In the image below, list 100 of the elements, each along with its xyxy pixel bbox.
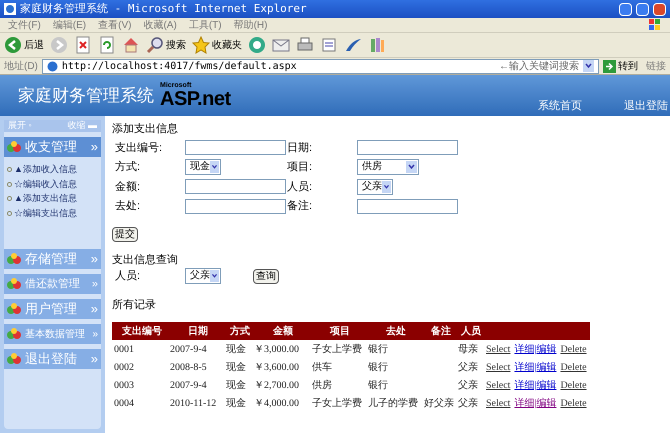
detail-edit-link[interactable]: 详细|编辑 bbox=[514, 396, 556, 410]
toolbar-button[interactable]: 搜索 bbox=[146, 36, 186, 54]
section-title: 支出信息查询 bbox=[112, 252, 178, 268]
detail-edit-link[interactable]: 详细|编辑 bbox=[514, 342, 556, 356]
toolbar-button[interactable] bbox=[344, 36, 362, 54]
maximize-button[interactable] bbox=[636, 2, 649, 16]
menu-item[interactable]: 收藏(A) bbox=[139, 18, 181, 32]
table-cell: ￥3,600.00 bbox=[254, 362, 299, 372]
table-cell: 2008-8-5 bbox=[170, 362, 207, 372]
field-label: 方式: bbox=[115, 160, 142, 175]
table-cell: 供房 bbox=[312, 380, 332, 390]
links-label[interactable]: 链接 bbox=[646, 58, 666, 74]
dropdown[interactable]: 现金 bbox=[185, 159, 221, 176]
field-label: 日期: bbox=[287, 140, 314, 156]
select-link[interactable]: Select bbox=[486, 396, 510, 410]
browser-icon bbox=[4, 3, 16, 15]
table-cell: 好父亲 bbox=[424, 398, 454, 408]
table-cell: 银行 bbox=[368, 362, 388, 372]
input-field[interactable] bbox=[357, 198, 458, 214]
window-title: 家庭财务管理系统 - Microsoft Internet Explorer bbox=[20, 0, 308, 17]
delete-link[interactable]: Delete bbox=[560, 342, 587, 356]
toolbar-button[interactable] bbox=[320, 36, 338, 54]
sidebar-link[interactable]: ▲添加支出信息 bbox=[14, 192, 77, 206]
table-cell: ￥3,000.00 bbox=[254, 344, 299, 354]
table-cell: 2010-11-12 bbox=[170, 398, 216, 408]
site-title: 家庭财务管理系统 bbox=[17, 84, 155, 107]
table-cell: ￥4,000.00 bbox=[254, 398, 299, 408]
page-icon bbox=[46, 60, 58, 72]
table-cell: 母亲 bbox=[458, 344, 478, 354]
menu-item[interactable]: 帮助(H) bbox=[230, 18, 272, 32]
dropdown[interactable]: 供房 bbox=[357, 159, 419, 176]
table-cell: 子女上学费 bbox=[312, 398, 362, 408]
delete-link[interactable]: Delete bbox=[560, 360, 587, 374]
input-field[interactable] bbox=[357, 140, 458, 156]
document-icon bbox=[320, 36, 338, 54]
table-cell: 现金 bbox=[226, 398, 246, 408]
search-hint: ←输入关键词搜索 bbox=[499, 60, 579, 74]
table-cell: 0004 bbox=[114, 398, 134, 408]
sidebar-link[interactable]: ▲添加收入信息 bbox=[14, 163, 77, 176]
field-label: 支出编号: bbox=[115, 140, 164, 156]
bullet-icon bbox=[7, 196, 12, 202]
sidebar-link[interactable]: ☆编辑支出信息 bbox=[14, 206, 77, 220]
input-field[interactable] bbox=[185, 140, 286, 156]
column-header: 备注 bbox=[430, 324, 452, 338]
detail-edit-link[interactable]: 详细|编辑 bbox=[514, 378, 556, 392]
header-link[interactable]: 退出登陆 bbox=[624, 98, 668, 114]
select-link[interactable]: Select bbox=[486, 342, 510, 356]
select-link[interactable]: Select bbox=[486, 360, 510, 374]
section-icon bbox=[7, 278, 21, 290]
header-link[interactable]: 系统首页 bbox=[538, 98, 582, 114]
select-link[interactable]: Select bbox=[486, 378, 510, 392]
submit-button[interactable]: 提交 bbox=[112, 226, 138, 242]
input-field[interactable] bbox=[185, 179, 286, 194]
bullet-icon bbox=[7, 210, 12, 216]
menu-item[interactable]: 文件(F) bbox=[4, 18, 45, 32]
minimize-button[interactable] bbox=[619, 2, 632, 16]
menu-item[interactable]: 编辑(E) bbox=[48, 18, 90, 32]
toolbar-button[interactable] bbox=[98, 36, 116, 54]
address-field[interactable]: http://localhost:4017/fwms/default.aspx ←输入关键词搜索 bbox=[42, 58, 599, 74]
table-cell: 供车 bbox=[312, 362, 332, 372]
field-label: 备注: bbox=[287, 198, 314, 214]
field-label: 金额: bbox=[115, 180, 142, 194]
query-button[interactable]: 查询 bbox=[253, 268, 279, 284]
column-header: 日期 bbox=[187, 324, 209, 338]
delete-link[interactable]: Delete bbox=[560, 378, 587, 392]
table-cell: 现金 bbox=[226, 344, 246, 354]
bullet-icon bbox=[7, 182, 12, 187]
star-icon bbox=[192, 36, 210, 54]
close-button[interactable] bbox=[653, 2, 666, 16]
delete-link[interactable]: Delete bbox=[560, 396, 587, 410]
section-icon bbox=[7, 253, 21, 265]
detail-edit-link[interactable]: 详细|编辑 bbox=[514, 360, 556, 374]
go-button[interactable]: 转到 bbox=[603, 58, 638, 74]
field-label: 去处: bbox=[115, 199, 142, 214]
go-arrow-icon bbox=[603, 60, 616, 72]
sidebar-link[interactable]: ☆编辑收入信息 bbox=[14, 178, 77, 191]
books-icon bbox=[368, 36, 386, 54]
table-cell: ￥2,700.00 bbox=[254, 380, 299, 390]
dropdown[interactable]: 父亲 bbox=[357, 178, 393, 195]
section-icon bbox=[7, 141, 21, 153]
table-cell: 子女上学费 bbox=[312, 344, 362, 354]
table-cell: 银行 bbox=[368, 380, 388, 390]
stop-icon bbox=[74, 36, 92, 54]
toolbar-button[interactable]: 收藏夹 bbox=[192, 36, 242, 54]
windows-logo-icon bbox=[648, 18, 662, 32]
menu-item[interactable]: 查看(V) bbox=[94, 18, 136, 32]
bird-icon bbox=[344, 36, 362, 54]
column-header: 人员 bbox=[460, 324, 482, 338]
refresh-icon bbox=[98, 36, 116, 54]
dropdown[interactable]: 父亲 bbox=[185, 268, 221, 284]
input-field[interactable] bbox=[185, 198, 286, 214]
form-title: 添加支出信息 bbox=[112, 122, 179, 137]
toolbar-button[interactable]: 后退 bbox=[4, 36, 44, 54]
field-label: 人员: bbox=[287, 180, 314, 194]
menu-item[interactable]: 工具(T) bbox=[184, 18, 226, 32]
home-icon bbox=[122, 36, 140, 54]
column-header: 去处 bbox=[385, 324, 407, 338]
toolbar-button[interactable] bbox=[74, 36, 92, 54]
table-cell: 2007-9-4 bbox=[170, 380, 207, 390]
field-label: 项目: bbox=[287, 160, 314, 175]
